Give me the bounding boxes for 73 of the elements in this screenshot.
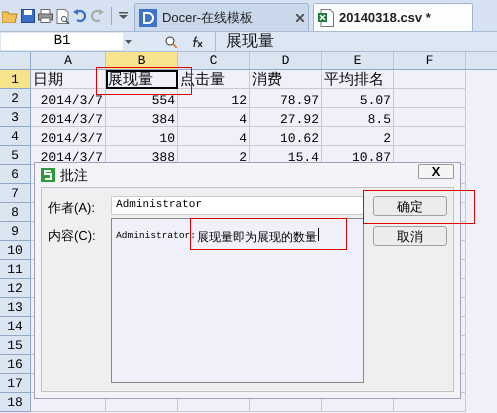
tab-label: Docer-在线模板 xyxy=(162,8,254,27)
preview-icon[interactable] xyxy=(56,8,70,24)
cell-text: 2014/3/7 xyxy=(40,149,103,164)
cell-text: 4 xyxy=(239,111,247,126)
column-header[interactable]: B xyxy=(106,52,178,69)
cell-text: 2014/3/7 xyxy=(40,111,103,126)
row-header[interactable]: 10 xyxy=(0,241,31,260)
cell-text: 78.97 xyxy=(280,92,319,107)
text-caret xyxy=(318,228,319,241)
cell-text: 日期 xyxy=(33,72,63,86)
row-header[interactable]: 12 xyxy=(0,279,31,298)
tab-label: 20140318.csv * xyxy=(339,8,432,27)
formula-content: 展现量 xyxy=(226,32,274,52)
row-header[interactable]: 3 xyxy=(0,108,31,127)
printer-icon[interactable] xyxy=(38,9,53,23)
column-header[interactable]: E xyxy=(322,52,394,69)
dialog-title: 批注 xyxy=(60,166,88,184)
cell-text: 15.4 xyxy=(288,149,319,164)
name-box[interactable]: B1 xyxy=(1,33,123,50)
cell-text: 2014/3/7 xyxy=(40,130,103,145)
column-header[interactable]: C xyxy=(178,52,250,69)
cell-text: 2 xyxy=(239,149,247,164)
search-icon[interactable] xyxy=(165,36,177,48)
cell-text: 384 xyxy=(152,111,175,126)
row-header[interactable]: 1 xyxy=(0,70,31,89)
cell-text: 10.62 xyxy=(280,130,319,145)
cell-text: 2014/3/7 xyxy=(40,92,103,107)
close-icon[interactable] xyxy=(296,14,304,22)
cell-text: 12 xyxy=(231,92,247,107)
tab[interactable]: Docer-在线模板 xyxy=(134,3,309,31)
cell-text: 4 xyxy=(239,130,247,145)
row-header[interactable]: 17 xyxy=(0,374,31,393)
column-header[interactable]: D xyxy=(250,52,322,69)
cell-text: 8.5 xyxy=(368,111,391,126)
cell-text: 388 xyxy=(152,149,175,164)
function-icon[interactable] xyxy=(191,36,203,48)
cell-text: 554 xyxy=(152,92,175,107)
row-header[interactable]: 15 xyxy=(0,336,31,355)
author-field[interactable]: Administrator xyxy=(111,196,364,215)
author-label: 作者(A): xyxy=(48,199,96,217)
row-header[interactable]: 16 xyxy=(0,355,31,374)
docer-logo-icon xyxy=(139,8,157,26)
row-header[interactable]: 9 xyxy=(0,222,31,241)
row-header[interactable]: 18 xyxy=(0,393,31,412)
close-button[interactable]: X xyxy=(418,164,454,178)
cell-text: 10 xyxy=(159,130,175,145)
row-header[interactable]: 7 xyxy=(0,184,31,203)
column-header[interactable]: F xyxy=(394,52,466,69)
save-icon[interactable] xyxy=(21,9,35,23)
undo-icon[interactable] xyxy=(73,9,87,23)
cell-text: 5.07 xyxy=(360,92,391,107)
row-header[interactable]: 8 xyxy=(0,203,31,222)
cell-text: 消费 xyxy=(252,72,282,86)
row-header[interactable]: 14 xyxy=(0,317,31,336)
row-header[interactable]: 11 xyxy=(0,260,31,279)
cell-text: 展现量 xyxy=(108,72,153,86)
content-label: 内容(C): xyxy=(48,226,97,245)
app-logo-icon xyxy=(41,168,55,182)
cell-text: 10.87 xyxy=(352,149,391,164)
spreadsheet-icon xyxy=(318,8,334,26)
dialog-button[interactable]: 确定 xyxy=(373,196,447,216)
cell-text: 2 xyxy=(383,130,391,145)
row-header[interactable]: 13 xyxy=(0,298,31,317)
row-header[interactable]: 5 xyxy=(0,146,31,165)
cell-text: 27.92 xyxy=(280,111,319,126)
caret-icon[interactable] xyxy=(125,40,132,44)
row-header[interactable]: 2 xyxy=(0,89,31,108)
row-header[interactable]: 6 xyxy=(0,165,31,184)
cell-text: 平均排名 xyxy=(324,72,384,86)
dialog-button[interactable]: 取消 xyxy=(373,226,447,246)
row-header[interactable]: 4 xyxy=(0,127,31,146)
dropdown-icon[interactable] xyxy=(119,12,128,20)
tab[interactable]: 20140318.csv * xyxy=(313,3,473,31)
